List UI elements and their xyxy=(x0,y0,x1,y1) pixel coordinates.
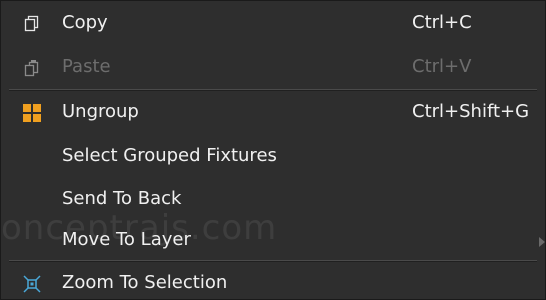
menu-separator xyxy=(9,89,537,91)
menu-item-shortcut: Ctrl+Shift+G xyxy=(412,101,530,122)
paste-icon xyxy=(23,59,41,77)
menu-item-label: Send To Back xyxy=(62,188,182,209)
menu-item-label: Select Grouped Fixtures xyxy=(62,145,277,166)
menu-item-label: Paste xyxy=(62,56,111,77)
menu-item-ungroup[interactable]: Ungroup Ctrl+Shift+G xyxy=(1,97,545,127)
submenu-arrow-icon xyxy=(539,237,545,247)
menu-item-paste[interactable]: Paste Ctrl+V xyxy=(1,52,545,82)
menu-item-send-to-back[interactable]: Send To Back xyxy=(1,184,545,214)
menu-item-label: Zoom To Selection xyxy=(62,272,228,293)
menu-separator xyxy=(9,260,537,262)
menu-item-zoom-to-selection[interactable]: Zoom To Selection xyxy=(1,268,545,298)
menu-item-shortcut: Ctrl+V xyxy=(412,56,472,77)
context-menu: onceptrajs.com Copy Ctrl+C Paste Ctrl+V xyxy=(0,0,546,300)
copy-icon xyxy=(23,15,41,33)
menu-item-label: Copy xyxy=(62,12,108,33)
menu-item-move-to-layer[interactable]: Move To Layer xyxy=(1,225,545,255)
ungroup-icon xyxy=(23,104,41,122)
menu-item-label: Ungroup xyxy=(62,101,139,122)
menu-item-select-grouped-fixtures[interactable]: Select Grouped Fixtures xyxy=(1,141,545,171)
menu-item-label: Move To Layer xyxy=(62,229,191,250)
menu-item-copy[interactable]: Copy Ctrl+C xyxy=(1,8,545,38)
zoom-to-selection-icon xyxy=(23,275,41,293)
menu-item-shortcut: Ctrl+C xyxy=(412,12,472,33)
